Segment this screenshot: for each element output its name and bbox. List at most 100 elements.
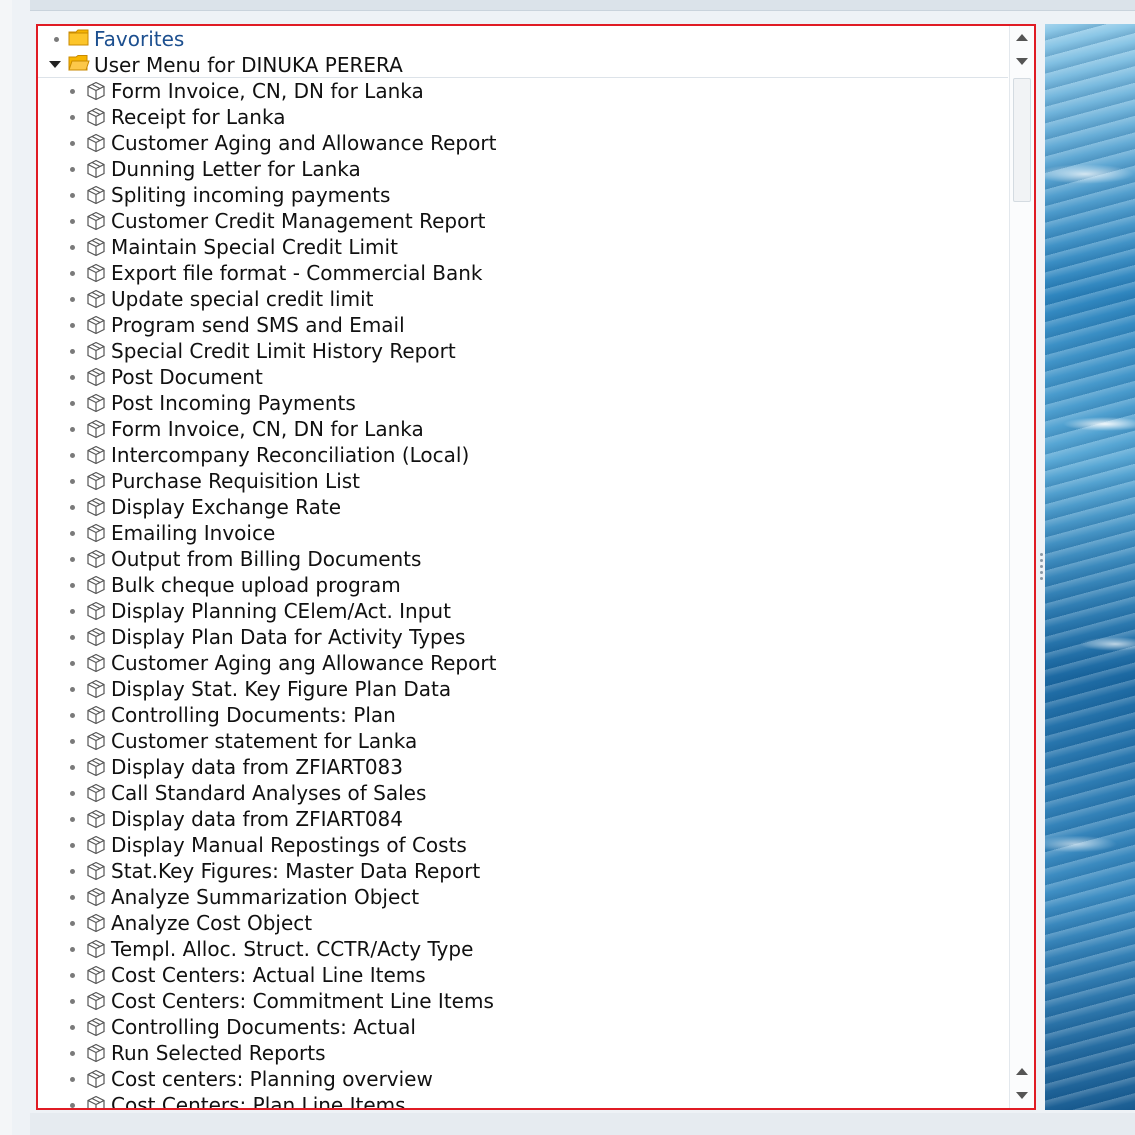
splitter-handle[interactable]: [1038, 550, 1044, 590]
node-bullet-icon[interactable]: [70, 1025, 75, 1030]
node-bullet-icon[interactable]: [70, 297, 75, 302]
tree-node-transaction[interactable]: Templ. Alloc. Struct. CCTR/Acty Type: [38, 936, 1008, 962]
node-bullet-icon[interactable]: [70, 167, 75, 172]
scroll-up-button-bottom[interactable]: [1010, 1060, 1034, 1082]
scroll-thumb[interactable]: [1013, 78, 1031, 202]
node-bullet-icon[interactable]: [70, 947, 75, 952]
node-bullet-icon[interactable]: [70, 765, 75, 770]
node-bullet-icon[interactable]: [70, 557, 75, 562]
tree-node-transaction[interactable]: Display Planning CElem/Act. Input: [38, 598, 1008, 624]
tree-node-transaction[interactable]: Program send SMS and Email: [38, 312, 1008, 338]
tree-node-transaction[interactable]: Stat.Key Figures: Master Data Report: [38, 858, 1008, 884]
expand-arrow-icon[interactable]: [49, 61, 61, 68]
node-bullet-icon[interactable]: [70, 271, 75, 276]
transaction-label: Bulk cheque upload program: [111, 573, 401, 597]
tree-node-transaction[interactable]: Output from Billing Documents: [38, 546, 1008, 572]
tree-node-transaction[interactable]: Dunning Letter for Lanka: [38, 156, 1008, 182]
transaction-cube-icon: [87, 913, 105, 933]
tree-node-user-menu[interactable]: User Menu for DINUKA PERERA: [38, 52, 1008, 78]
transaction-cube-icon: [87, 159, 105, 179]
node-bullet-icon[interactable]: [70, 609, 75, 614]
tree-node-transaction[interactable]: Post Document: [38, 364, 1008, 390]
scroll-down-button[interactable]: [1010, 50, 1034, 72]
scroll-down-button-bottom[interactable]: [1010, 1084, 1034, 1106]
tree-node-transaction[interactable]: Run Selected Reports: [38, 1040, 1008, 1066]
node-bullet-icon[interactable]: [70, 583, 75, 588]
node-bullet-icon[interactable]: [70, 219, 75, 224]
node-bullet-icon[interactable]: [70, 505, 75, 510]
node-bullet-icon[interactable]: [70, 375, 75, 380]
tree-node-transaction[interactable]: Customer Aging and Allowance Report: [38, 130, 1008, 156]
tree-node-transaction[interactable]: Customer Aging ang Allowance Report: [38, 650, 1008, 676]
tree-node-transaction[interactable]: Display data from ZFIART084: [38, 806, 1008, 832]
tree-node-transaction[interactable]: Maintain Special Credit Limit: [38, 234, 1008, 260]
node-bullet-icon[interactable]: [70, 817, 75, 822]
tree-node-transaction[interactable]: Cost Centers: Commitment Line Items: [38, 988, 1008, 1014]
node-bullet-icon[interactable]: [70, 843, 75, 848]
tree-node-transaction[interactable]: Cost Centers: Actual Line Items: [38, 962, 1008, 988]
node-bullet-icon[interactable]: [70, 635, 75, 640]
tree-node-transaction[interactable]: Bulk cheque upload program: [38, 572, 1008, 598]
node-bullet-icon[interactable]: [70, 479, 75, 484]
tree-node-transaction[interactable]: Special Credit Limit History Report: [38, 338, 1008, 364]
transaction-label: Analyze Cost Object: [111, 911, 313, 935]
node-bullet-icon[interactable]: [70, 531, 75, 536]
tree-node-transaction[interactable]: Export file format - Commercial Bank: [38, 260, 1008, 286]
node-bullet-icon[interactable]: [70, 1051, 75, 1056]
tree-node-favorites[interactable]: Favorites: [38, 26, 1008, 52]
tree-node-transaction[interactable]: Analyze Summarization Object: [38, 884, 1008, 910]
node-bullet-icon[interactable]: [70, 661, 75, 666]
tree-node-transaction[interactable]: Receipt for Lanka: [38, 104, 1008, 130]
node-bullet-icon[interactable]: [70, 193, 75, 198]
tree-node-transaction[interactable]: Intercompany Reconciliation (Local): [38, 442, 1008, 468]
node-bullet-icon[interactable]: [70, 791, 75, 796]
user-menu-tree-panel[interactable]: Favorites User Menu for DINUKA PERERA Fo…: [36, 24, 1036, 1110]
node-bullet-icon[interactable]: [70, 739, 75, 744]
tree-node-transaction[interactable]: Cost Centers: Plan Line Items: [38, 1092, 1008, 1108]
node-bullet-icon[interactable]: [70, 973, 75, 978]
tree-node-transaction[interactable]: Purchase Requisition List: [38, 468, 1008, 494]
transaction-cube-icon: [87, 445, 105, 465]
transaction-label: Post Document: [111, 365, 263, 389]
tree-node-transaction[interactable]: Analyze Cost Object: [38, 910, 1008, 936]
node-bullet-icon[interactable]: [70, 427, 75, 432]
node-bullet-icon[interactable]: [70, 1103, 75, 1108]
node-bullet-icon[interactable]: [70, 453, 75, 458]
tree-node-transaction[interactable]: Form Invoice, CN, DN for Lanka: [38, 78, 1008, 104]
tree-node-transaction[interactable]: Controlling Documents: Plan: [38, 702, 1008, 728]
node-bullet-icon[interactable]: [70, 895, 75, 900]
tree-node-transaction[interactable]: Display Exchange Rate: [38, 494, 1008, 520]
node-bullet-icon[interactable]: [70, 687, 75, 692]
node-bullet-icon[interactable]: [70, 869, 75, 874]
tree-node-transaction[interactable]: Controlling Documents: Actual: [38, 1014, 1008, 1040]
tree-scrollbar[interactable]: [1009, 26, 1034, 1108]
tree-node-transaction[interactable]: Emailing Invoice: [38, 520, 1008, 546]
node-bullet-icon[interactable]: [70, 349, 75, 354]
transaction-label: Analyze Summarization Object: [111, 885, 420, 909]
transaction-label: Customer Credit Management Report: [111, 209, 486, 233]
tree-node-transaction[interactable]: Display Stat. Key Figure Plan Data: [38, 676, 1008, 702]
node-bullet-icon[interactable]: [70, 921, 75, 926]
tree-node-transaction[interactable]: Customer statement for Lanka: [38, 728, 1008, 754]
node-bullet-icon[interactable]: [70, 999, 75, 1004]
scroll-up-button[interactable]: [1010, 26, 1034, 48]
node-bullet-icon[interactable]: [54, 37, 59, 42]
tree-node-transaction[interactable]: Customer Credit Management Report: [38, 208, 1008, 234]
node-bullet-icon[interactable]: [70, 89, 75, 94]
tree-node-transaction[interactable]: Display Manual Repostings of Costs: [38, 832, 1008, 858]
tree-node-transaction[interactable]: Update special credit limit: [38, 286, 1008, 312]
tree-node-transaction[interactable]: Form Invoice, CN, DN for Lanka: [38, 416, 1008, 442]
node-bullet-icon[interactable]: [70, 401, 75, 406]
tree-node-transaction[interactable]: Cost centers: Planning overview: [38, 1066, 1008, 1092]
node-bullet-icon[interactable]: [70, 115, 75, 120]
tree-node-transaction[interactable]: Post Incoming Payments: [38, 390, 1008, 416]
node-bullet-icon[interactable]: [70, 323, 75, 328]
tree-node-transaction[interactable]: Spliting incoming payments: [38, 182, 1008, 208]
node-bullet-icon[interactable]: [70, 1077, 75, 1082]
node-bullet-icon[interactable]: [70, 713, 75, 718]
tree-node-transaction[interactable]: Display data from ZFIART083: [38, 754, 1008, 780]
node-bullet-icon[interactable]: [70, 141, 75, 146]
tree-node-transaction[interactable]: Call Standard Analyses of Sales: [38, 780, 1008, 806]
tree-node-transaction[interactable]: Display Plan Data for Activity Types: [38, 624, 1008, 650]
node-bullet-icon[interactable]: [70, 245, 75, 250]
